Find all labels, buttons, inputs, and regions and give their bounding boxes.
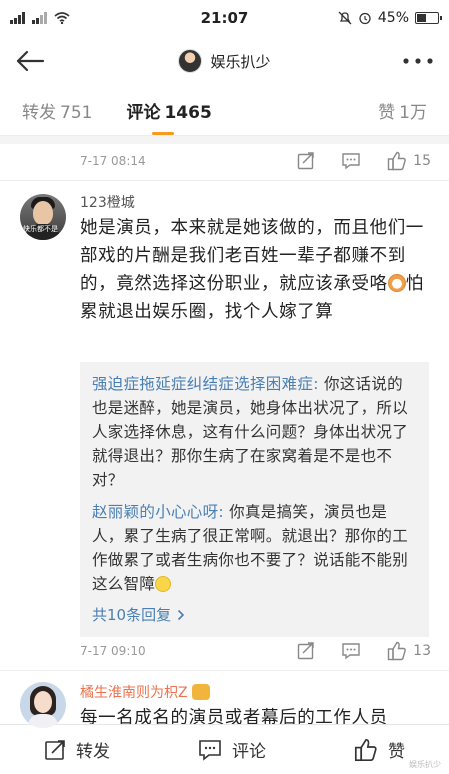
divider: [0, 670, 449, 671]
alarm-icon: [359, 12, 371, 25]
screen: 21:07 45% 娱乐扒少 转发 751 评论 1465 赞 1万 7-17 …: [0, 0, 449, 774]
nav-bar: 娱乐扒少: [0, 36, 449, 86]
forward-icon: [45, 739, 65, 760]
tab-like-label: 赞: [378, 103, 396, 123]
reply-item[interactable]: 赵丽颖的小心心呀: 你真是搞笑，演员也是人，累了生病了很正常啊。就退出？那你的工…: [92, 500, 417, 596]
battery-level-fill: [417, 14, 426, 22]
thumbs-up-icon: [354, 738, 377, 761]
status-left-icons: [10, 12, 70, 24]
like-label: 赞: [388, 742, 405, 762]
status-right-icons: 45%: [338, 10, 442, 26]
thumbs-up-icon: [387, 151, 406, 171]
tab-like[interactable]: 赞 1万: [378, 98, 427, 123]
comment-icon: [342, 153, 360, 170]
thumbs-up-icon: [387, 641, 406, 661]
comment-button[interactable]: 评论: [198, 737, 266, 762]
mute-icon: [338, 11, 352, 25]
tab-comment[interactable]: 评论 1465: [126, 98, 212, 135]
divider: [0, 180, 449, 181]
reply-comment-button[interactable]: [341, 152, 361, 170]
more-options-button[interactable]: [393, 36, 443, 86]
avatar-caption: 快乐都不是: [23, 225, 58, 233]
commenter-avatar[interactable]: 快乐都不是: [20, 194, 66, 240]
bottom-action-bar: 转发 评论 赞 娱乐扒少: [0, 724, 449, 774]
more-dots-icon: [403, 58, 433, 64]
forward-comment-button[interactable]: [297, 642, 315, 660]
tab-forward[interactable]: 转发 751: [22, 98, 92, 123]
back-arrow-icon: [16, 50, 45, 72]
comment-text: 她是演员，本来就是她该做的，而且他们一部戏的片酬是我们老百姓一辈子都赚不到的，竟…: [80, 214, 429, 326]
forward-icon: [297, 642, 314, 660]
more-replies-link[interactable]: 共10条回复: [92, 604, 185, 625]
tab-comment-label: 评论: [126, 103, 161, 123]
post-tabs: 转发 751 评论 1465 赞 1万: [0, 86, 449, 136]
comment-text-part1: 她是演员，本来就是她该做的，而且他们一部戏的片酬是我们老百姓一辈子都赚不到的，竟…: [80, 218, 424, 294]
forward-label: 转发: [76, 742, 110, 762]
emoji-cat-icon: [387, 274, 406, 292]
reply-author[interactable]: 赵丽颖的小心心呀:: [92, 503, 224, 521]
signal-icon-2: [32, 12, 47, 24]
tab-forward-label: 转发: [22, 103, 56, 123]
commenter-avatar[interactable]: [20, 682, 66, 728]
chevron-right-icon: [178, 609, 185, 620]
commenter-name[interactable]: 123橙城: [80, 192, 135, 212]
comment-label: 评论: [232, 742, 266, 762]
comment-icon: [342, 643, 360, 660]
nav-title: 娱乐扒少: [0, 36, 449, 86]
emoji-smile-icon: [155, 576, 172, 592]
signal-icon: [10, 12, 25, 24]
author-avatar: [178, 49, 203, 73]
watermark: 娱乐扒少: [409, 760, 441, 769]
like-count: 15: [413, 153, 431, 169]
comment-time: 7-17 08:14: [80, 154, 146, 168]
reply-list: 强迫症拖延症纠结症选择困难症: 你这话说的也是迷醉，她是演员，她身体出状况了，所…: [80, 362, 429, 637]
status-bar: 21:07 45%: [0, 0, 449, 36]
forward-comment-button[interactable]: [297, 152, 315, 170]
tab-like-count: 1万: [399, 103, 427, 123]
tab-forward-count: 751: [60, 103, 93, 123]
comment-time: 7-17 09:10: [80, 644, 146, 658]
author-name: 娱乐扒少: [210, 52, 271, 71]
tab-comment-count: 1465: [164, 103, 212, 123]
reply-item[interactable]: 强迫症拖延症纠结症选择困难症: 你这话说的也是迷醉，她是演员，她身体出状况了，所…: [92, 372, 417, 492]
comment-meta-row: 7-17 08:14 15: [80, 146, 431, 176]
member-badge-icon: [192, 684, 211, 700]
section-gap: [0, 136, 449, 144]
forward-icon: [297, 152, 314, 170]
battery-icon: [415, 12, 442, 24]
commenter-name[interactable]: 橘生淮南则为枳Z: [80, 682, 211, 702]
reply-comment-button[interactable]: [341, 642, 361, 660]
like-count: 13: [413, 643, 431, 659]
like-comment-button[interactable]: 13: [387, 641, 431, 661]
reply-author[interactable]: 强迫症拖延症纠结症选择困难症:: [92, 375, 319, 393]
more-replies-label: 共10条回复: [92, 606, 172, 624]
comment-meta-row: 7-17 09:10 13: [80, 636, 431, 666]
commenter-name-text: 橘生淮南则为枳Z: [80, 685, 188, 701]
back-button[interactable]: [0, 36, 60, 86]
forward-button[interactable]: 转发: [44, 737, 110, 762]
comment-icon: [199, 739, 221, 761]
battery-percent: 45%: [377, 10, 409, 26]
like-button[interactable]: 赞: [354, 737, 405, 762]
wifi-icon: [54, 12, 70, 24]
like-comment-button[interactable]: 15: [387, 151, 431, 171]
